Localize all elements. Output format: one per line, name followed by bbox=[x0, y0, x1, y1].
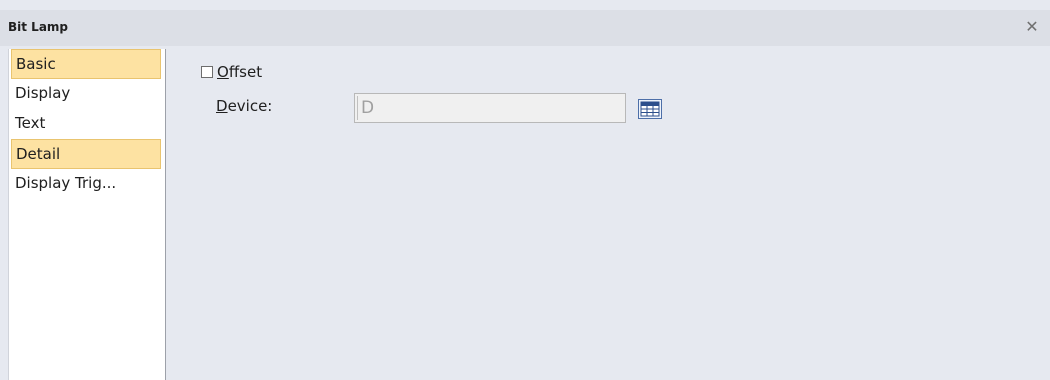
device-mnemonic: D bbox=[216, 97, 228, 115]
sidebar-item-label: Display Trig... bbox=[15, 174, 117, 192]
device-label-rest: evice: bbox=[227, 97, 273, 115]
offset-checkbox[interactable] bbox=[201, 66, 213, 78]
sidebar-item-label: Detail bbox=[16, 145, 61, 163]
offset-checkbox-row[interactable]: Offset bbox=[201, 63, 262, 81]
sidebar-item-basic[interactable]: Basic bbox=[11, 49, 161, 79]
category-list: Basic Display Text Detail Display Trig..… bbox=[8, 49, 166, 380]
offset-label: Offset bbox=[217, 63, 262, 81]
close-icon[interactable]: ✕ bbox=[1022, 17, 1042, 37]
dialog-title: Bit Lamp bbox=[8, 20, 69, 34]
device-value: D bbox=[361, 98, 375, 118]
sidebar-item-text[interactable]: Text bbox=[11, 109, 161, 139]
device-field[interactable]: D bbox=[354, 93, 626, 123]
device-browse-button[interactable] bbox=[638, 99, 662, 119]
sidebar-item-display[interactable]: Display bbox=[11, 79, 161, 109]
sidebar-item-label: Display bbox=[15, 84, 71, 102]
sidebar-item-detail[interactable]: Detail bbox=[11, 139, 161, 169]
title-bar: Bit Lamp ✕ bbox=[0, 10, 1050, 46]
sidebar-item-label: Basic bbox=[16, 55, 56, 73]
sidebar-item-display-trigger[interactable]: Display Trig... bbox=[11, 169, 161, 199]
sidebar-item-label: Text bbox=[15, 114, 46, 132]
bit-lamp-dialog: Bit Lamp ✕ Basic Display Text Detail Dis… bbox=[0, 0, 1050, 380]
offset-mnemonic: O bbox=[217, 63, 229, 81]
device-browse-icon bbox=[640, 101, 660, 117]
device-label: Device: bbox=[216, 97, 272, 115]
offset-label-rest: ffset bbox=[228, 63, 263, 81]
detail-panel: Offset Device: D bbox=[166, 49, 1050, 380]
